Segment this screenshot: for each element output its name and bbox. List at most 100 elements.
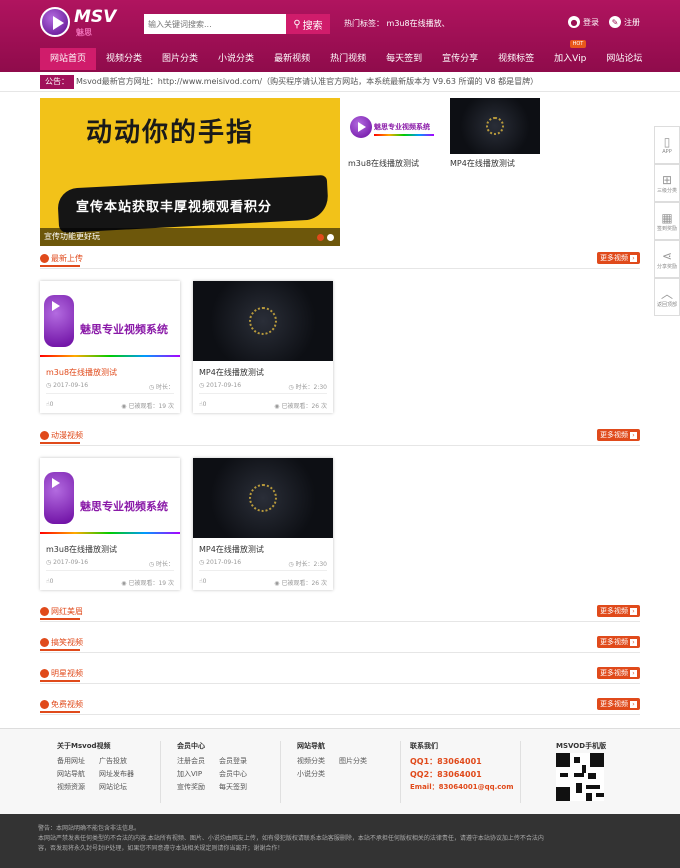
footer-link[interactable]: 注册会员 (177, 755, 207, 768)
like-count[interactable]: ☝0 (46, 401, 53, 410)
disclaimer-line: 容，否发现将永久封号封IP处理，如果您不同意遵守本站相关规定则请你当离开；谢谢合… (38, 845, 284, 852)
nav-item-home[interactable]: 网站首页 (40, 48, 97, 70)
side-tool-share[interactable]: ⋖ 分享奖励 (654, 240, 680, 278)
section-header-influencers: 网红美眉 更多视频 › (40, 604, 640, 622)
footer-link[interactable]: 图片分类 (339, 755, 369, 768)
more-videos-button[interactable]: 更多视频 › (597, 667, 640, 679)
section-title: 最新上传 (40, 253, 83, 267)
side-toolbar: ▯ APP ⊞ 三级分类 ▦ 签到奖励 ⋖ 分享奖励 ︿ 返回顶部 (654, 126, 680, 316)
nav-item-hot-videos[interactable]: 热门视频 (320, 48, 376, 70)
footer-link[interactable]: 网址发布器 (99, 768, 134, 781)
phone-icon: ▯ (663, 135, 671, 149)
slider-dot-active[interactable] (317, 234, 324, 241)
side-tool-signin[interactable]: ▦ 签到奖励 (654, 202, 680, 240)
register-link[interactable]: ✎ 注册 (609, 16, 640, 28)
more-videos-button[interactable]: 更多视频 › (597, 636, 640, 648)
nav-item-novel-categories[interactable]: 小说分类 (208, 48, 264, 70)
nav-item-video-categories[interactable]: 视频分类 (96, 48, 152, 70)
qq2-contact[interactable]: QQ2：83064001 (410, 768, 514, 781)
more-videos-button[interactable]: 更多视频 › (597, 605, 640, 617)
footer-link[interactable]: 宣传奖励 (177, 781, 207, 794)
more-videos-button[interactable]: 更多视频 › (597, 429, 640, 441)
footer-link[interactable]: 每天签到 (219, 781, 249, 794)
footer-link[interactable]: 加入VIP (177, 768, 207, 781)
hot-tag-link[interactable]: m3u8在线播放、 (387, 19, 450, 28)
nav-item-forum[interactable]: 网站论坛 (596, 48, 652, 70)
nav-label: 每天签到 (386, 54, 423, 64)
promo-item[interactable]: MP4在线播放测试 (450, 98, 540, 169)
video-thumbnail[interactable] (193, 458, 333, 538)
video-card[interactable]: 魅思专业视频系统 m3u8在线播放测试 ◷ 2017-09-16 ◷ 时长： ☝0… (40, 458, 180, 590)
footer-link[interactable]: 网站论坛 (99, 781, 129, 794)
footer-link[interactable]: 会员中心 (219, 768, 249, 781)
nav-item-image-categories[interactable]: 图片分类 (152, 48, 208, 70)
calendar-icon: ▦ (661, 210, 673, 225)
footer-link[interactable]: 视频分类 (297, 755, 327, 768)
email-contact[interactable]: Email：83064001@qq.com (410, 781, 514, 794)
hot-badge: HOT (569, 40, 587, 48)
footer-col-title: 关于Msvod视频 (57, 742, 111, 750)
like-count[interactable]: ☝0 (199, 401, 206, 410)
slider-dot[interactable] (327, 234, 334, 241)
duration-text: ◷ 时长：2:30 (288, 384, 327, 391)
nav-label: 最新视频 (274, 54, 311, 64)
video-thumbnail[interactable] (193, 281, 333, 361)
fire-icon (40, 431, 49, 440)
video-title[interactable]: MP4在线播放测试 (199, 367, 264, 378)
banner-slider[interactable]: 动动你的手指 宣传本站获取丰厚视频观看积分 宣传功能更好玩 (40, 98, 340, 246)
ring-graphic (249, 307, 277, 335)
sitemap-icon: ⊞ (661, 172, 673, 187)
footer-link[interactable]: 会员登录 (219, 755, 249, 768)
rainbow-bar (40, 355, 180, 357)
nav-item-join-vip[interactable]: 加入Vip HOT (544, 40, 596, 70)
nav-label: 热门视频 (330, 54, 367, 64)
video-thumbnail[interactable]: 魅思专业视频系统 (40, 281, 180, 361)
video-card[interactable]: MP4在线播放测试 ◷ 2017-09-16 ◷ 时长：2:30 ☝0 ◉ 已被观看… (193, 458, 333, 590)
video-title[interactable]: m3u8在线播放测试 (46, 544, 117, 555)
video-stats: ☝0 ◉ 已被观看：26 次 (199, 578, 327, 587)
view-value: 已被观看：26 次 (281, 580, 327, 587)
video-thumbnail[interactable]: 魅思专业视频系统 (40, 458, 180, 538)
disclaimer-line: 警告：本网站明确不能包含非法信息。 (38, 825, 141, 832)
site-logo[interactable]: MSV 魅思 (40, 7, 116, 39)
more-label: 更多视频 (600, 669, 628, 677)
thumb-logo-text: 魅思专业视频系统 (80, 323, 168, 336)
divider (160, 741, 161, 803)
notice-text[interactable]: Msvod最新官方网址：http://www.meisivod.com/（购买程… (76, 75, 538, 89)
nav-item-promo-share[interactable]: 宣传分享 (432, 48, 488, 70)
promo-item[interactable]: 魅思专业视频系统 m3u8在线播放测试 (348, 98, 438, 169)
date-text: ◷ 2017-09-16 (199, 382, 242, 389)
footer-link[interactable]: 网站导航 (57, 768, 87, 781)
nav-item-latest-videos[interactable]: 最新视频 (264, 48, 320, 70)
qq1-contact[interactable]: QQ1：83064001 (410, 755, 514, 768)
arrow-right-icon: › (630, 669, 637, 677)
footer-link[interactable]: 小说分类 (297, 768, 327, 781)
video-card[interactable]: MP4在线播放测试 ◷ 2017-09-16 ◷ 时长：2:30 ☝0 ◉ 已被观看… (193, 281, 333, 413)
side-tool-back-to-top[interactable]: ︿ 返回顶部 (654, 278, 680, 316)
nav-label: 视频分类 (106, 54, 143, 64)
search-input[interactable] (144, 14, 286, 34)
nav-item-daily-signin[interactable]: 每天签到 (376, 48, 432, 70)
video-card[interactable]: 魅思专业视频系统 m3u8在线播放测试 ◷ 2017-09-16 ◷ 时长： ☝0… (40, 281, 180, 413)
arrow-right-icon: › (630, 638, 637, 646)
like-count[interactable]: ☝0 (46, 578, 53, 587)
footer-member: 会员中心 注册会员 会员登录 加入VIP 会员中心 宣传奖励 每天签到 (177, 741, 249, 794)
search-button[interactable]: ⚲ 搜索 (286, 14, 330, 34)
login-link[interactable]: ● 登录 (568, 16, 599, 28)
video-title[interactable]: m3u8在线播放测试 (46, 367, 117, 378)
footer-link[interactable]: 视频资源 (57, 781, 87, 794)
ring-graphic (486, 117, 504, 135)
nav-item-video-tags[interactable]: 视频标签 (488, 48, 544, 70)
footer-link[interactable]: 备用网址 (57, 755, 87, 768)
date-value: 2017-09-16 (53, 559, 89, 566)
more-videos-button[interactable]: 更多视频 › (597, 252, 640, 264)
side-tool-categories[interactable]: ⊞ 三级分类 (654, 164, 680, 202)
side-tool-label: 返回顶部 (656, 301, 677, 308)
more-videos-button[interactable]: 更多视频 › (597, 698, 640, 710)
video-title[interactable]: MP4在线播放测试 (199, 544, 264, 555)
more-label: 更多视频 (600, 254, 628, 262)
footer-link[interactable]: 广告投放 (99, 755, 129, 768)
like-count[interactable]: ☝0 (199, 578, 206, 587)
side-tool-app[interactable]: ▯ APP (654, 126, 680, 164)
section-title: 免费视频 (40, 699, 83, 713)
